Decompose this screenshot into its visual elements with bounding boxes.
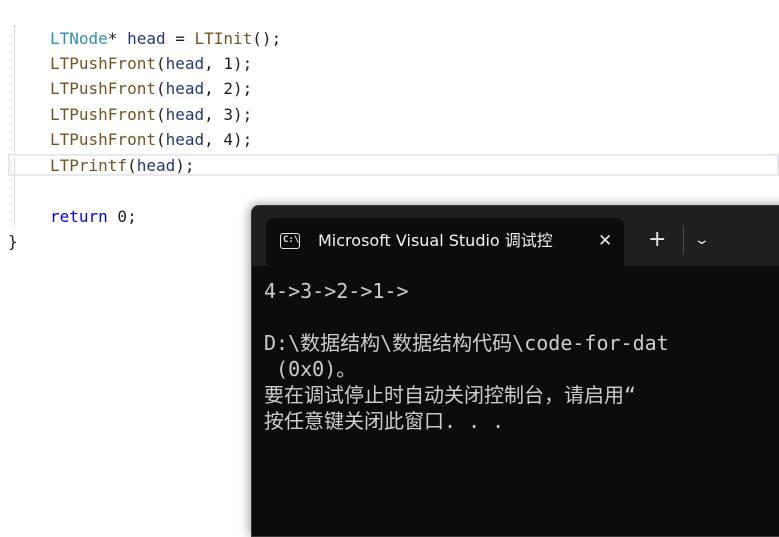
code-line-6[interactable]: LTPrintf(head); <box>50 153 195 178</box>
code-text: , 2); <box>204 79 253 98</box>
code-text: (); <box>252 29 282 48</box>
code-text: ( <box>155 130 166 149</box>
code-text: 0; <box>107 207 137 226</box>
code-text: , 3); <box>204 105 253 124</box>
variable-token: head <box>165 105 205 124</box>
console-titlebar[interactable]: C:\ Microsoft Visual Studio 调试控 ✕ + ⌄ <box>252 206 779 266</box>
code-text: * <box>107 29 128 48</box>
code-text: ( <box>155 54 166 73</box>
code-line-1[interactable]: LTNode* head = LTInit(); <box>50 26 281 51</box>
indent-guide <box>14 26 15 226</box>
code-line-4[interactable]: LTPushFront(head, 3); <box>50 102 252 127</box>
terminal-icon: C:\ <box>280 233 300 249</box>
code-text: , 1); <box>204 54 253 73</box>
keyword-token: return <box>50 207 108 226</box>
variable-token: head <box>165 79 205 98</box>
code-text: ( <box>155 79 166 98</box>
code-text: = <box>165 29 195 48</box>
code-text: ); <box>175 156 195 175</box>
function-token: LTPushFront <box>50 54 156 73</box>
variable-token: head <box>127 29 166 48</box>
terminal-icon-glyph: C:\ <box>283 235 300 245</box>
closing-brace: } <box>8 232 18 251</box>
output-line: D:\数据结构\数据结构代码\code-for-dat <box>264 331 669 355</box>
output-line: 4->3->2->1-> <box>264 279 409 303</box>
code-text: , 4); <box>204 130 253 149</box>
function-token: LTPrintf <box>50 156 128 175</box>
code-line-2[interactable]: LTPushFront(head, 1); <box>50 51 252 76</box>
function-token: LTPushFront <box>50 130 156 149</box>
code-text: ( <box>127 156 137 175</box>
console-tab[interactable]: C:\ Microsoft Visual Studio 调试控 ✕ <box>266 218 624 266</box>
variable-token: head <box>165 54 205 73</box>
output-line: (0x0)。 <box>264 357 357 381</box>
function-token: LTInit <box>194 29 253 48</box>
type-token: LTNode <box>50 29 108 48</box>
output-line: 要在调试停止时自动关闭控制台，请启用“ <box>264 383 637 407</box>
close-icon[interactable]: ✕ <box>598 231 612 251</box>
tab-title: Microsoft Visual Studio 调试控 <box>318 231 553 250</box>
titlebar-divider <box>683 226 684 254</box>
chevron-down-icon[interactable]: ⌄ <box>694 230 710 250</box>
new-tab-button[interactable]: + <box>648 228 666 252</box>
console-output[interactable]: 4->3->2->1-> D:\数据结构\数据结构代码\code-for-dat… <box>264 278 779 434</box>
output-line: 按任意键关闭此窗口. . . <box>264 409 505 433</box>
function-token: LTPushFront <box>50 105 156 124</box>
function-token: LTPushFront <box>50 79 156 98</box>
code-line-5[interactable]: LTPushFront(head, 4); <box>50 127 252 152</box>
variable-token: head <box>136 156 176 175</box>
debug-console-window[interactable]: C:\ Microsoft Visual Studio 调试控 ✕ + ⌄ 4-… <box>251 205 779 537</box>
code-line-7[interactable]: return 0; <box>50 204 137 229</box>
variable-token: head <box>165 130 205 149</box>
code-line-3[interactable]: LTPushFront(head, 2); <box>50 76 252 101</box>
code-text: ( <box>155 105 166 124</box>
